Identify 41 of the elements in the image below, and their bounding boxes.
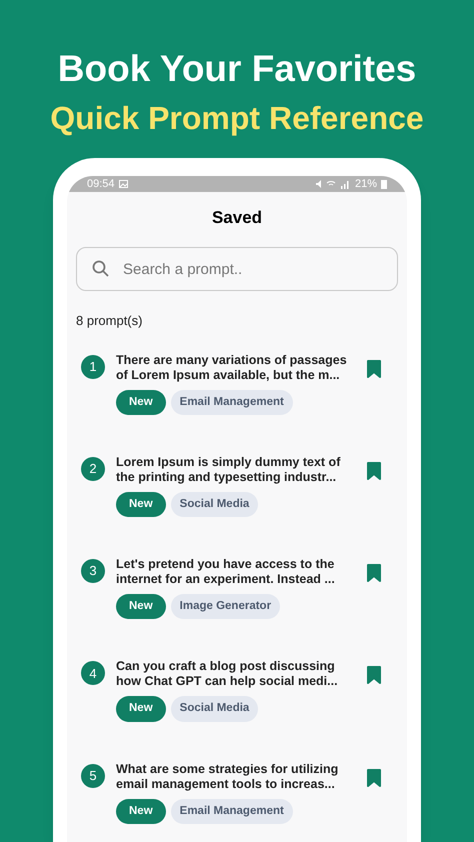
image-icon	[118, 180, 128, 188]
number-badge: 2	[81, 456, 105, 481]
battery-level: 21%	[354, 176, 377, 192]
prompt-text: Lorem Ipsum is simply dummy text of the printing and typesetting industr...	[116, 454, 342, 485]
number-badge: 5	[81, 764, 105, 788]
bookmark-icon[interactable]	[367, 666, 381, 684]
prompt-item[interactable]: 2 Lorem Ipsum is simply dummy text of the printing and typesetting industr... New Social Media	[67, 454, 407, 517]
bookmark-icon[interactable]	[367, 564, 381, 582]
headline: Book Your Favorites	[58, 47, 416, 91]
number-badge: 1	[81, 354, 105, 378]
bookmark-icon[interactable]	[367, 360, 381, 378]
category-tag: Email Management	[170, 390, 293, 415]
search-icon	[92, 260, 109, 277]
category-tag: Social Media	[170, 492, 258, 517]
signal-icons	[314, 179, 351, 189]
prompt-text: Can you craft a blog post discussing how Chat GPT can help social medi...	[116, 659, 339, 690]
category-tag: Email Management	[170, 798, 293, 824]
category-tag: Social Media	[170, 696, 258, 722]
search-field[interactable]: Search a prompt..	[76, 247, 398, 291]
bookmark-icon[interactable]	[367, 768, 381, 786]
new-tag: New	[116, 390, 166, 415]
prompt-text: There are many variations of passages of Lorem Ipsum available, but the m...	[116, 352, 348, 382]
bookmark-icon[interactable]	[367, 462, 381, 480]
prompt-count: 8 prompt(s)	[76, 312, 144, 330]
prompt-text: Let's pretend you have access to the internet for an experiment. Instead ...	[116, 557, 336, 587]
status-time: 09:54	[87, 176, 115, 192]
prompt-item[interactable]: 3 Let's pretend you have access to the internet for an experiment. Instead ... New Image Generator	[67, 557, 407, 620]
new-tag: New	[116, 492, 166, 517]
prompt-item[interactable]: 5 What are some strategies for utilizing email management tools to increas... New Email Management	[67, 762, 407, 824]
prompt-item[interactable]: 4 Can you craft a blog post discussing how Chat GPT can help social medi... New Social Media	[67, 659, 407, 722]
number-badge: 3	[81, 559, 105, 583]
new-tag: New	[116, 594, 166, 620]
new-tag: New	[116, 696, 166, 722]
subheadline: Quick Prompt Reference	[50, 99, 424, 138]
prompt-item[interactable]: 1 There are many variations of passages of Lorem Ipsum available, but the m... New Email Management	[67, 352, 407, 415]
number-badge: 4	[81, 661, 105, 686]
new-tag: New	[116, 798, 166, 824]
category-tag: Image Generator	[170, 594, 280, 620]
battery-icon	[381, 179, 387, 189]
screen-title: Saved	[210, 207, 264, 229]
prompt-text: What are some strategies for utilizing email management tools to increas...	[116, 762, 340, 792]
